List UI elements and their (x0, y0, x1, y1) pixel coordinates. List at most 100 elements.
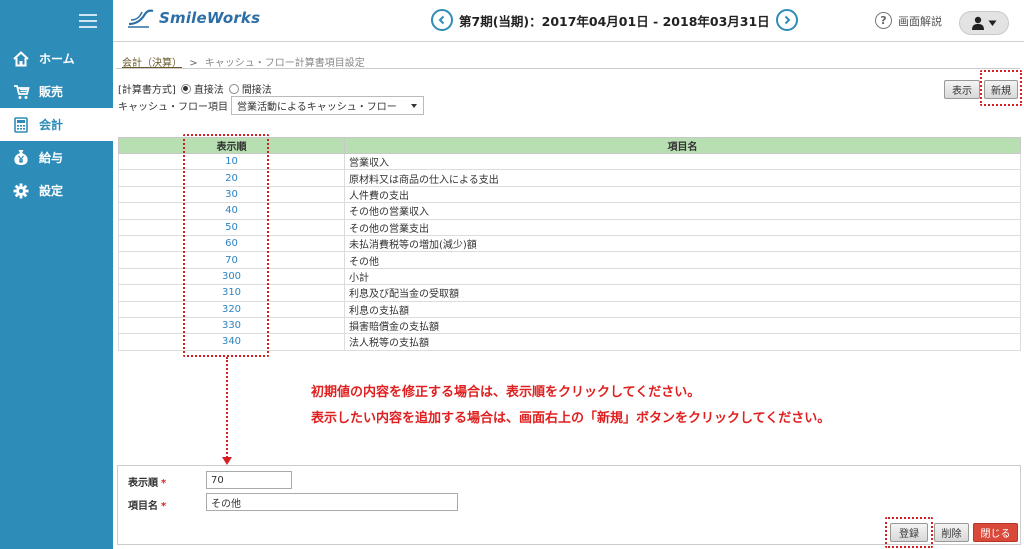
sidebar-item-sales[interactable]: 販売 (0, 75, 113, 108)
order-link[interactable]: 60 (118, 234, 345, 253)
order-link[interactable]: 330 (118, 316, 345, 335)
item-name: その他の営業収入 (344, 202, 1021, 220)
item-name: 法人税等の支払額 (344, 333, 1021, 351)
method-label: [計算書方式] (118, 85, 176, 96)
previous-period-button[interactable] (431, 9, 453, 31)
period-label: 第7期(当期)：2017年04月01日 - 2018年03月31日 (459, 13, 770, 29)
table-row: 20 原材料又は商品の仕入による支出 (118, 169, 1021, 187)
item-name: 人件費の支出 (344, 185, 1021, 204)
arrow-down-icon (222, 457, 232, 465)
table-row: 50 その他の営業支出 (118, 218, 1021, 236)
register-button[interactable]: 登録 (890, 523, 928, 542)
sidebar-item-settings[interactable]: 設定 (0, 174, 113, 207)
radio-indirect-label[interactable]: 間接法 (242, 81, 272, 96)
order-link[interactable]: 10 (118, 152, 345, 171)
item-name: 未払消費税等の増加(減少)額 (344, 234, 1021, 253)
item-name: その他の営業支出 (344, 218, 1021, 236)
order-link[interactable]: 340 (118, 333, 345, 351)
new-button[interactable]: 新規 (984, 80, 1018, 99)
table-row: 10 営業収入 (118, 152, 1021, 171)
sidebar-item-home[interactable]: ホーム (0, 42, 113, 75)
radio-direct[interactable] (180, 83, 191, 94)
next-period-button[interactable] (775, 9, 798, 31)
order-input[interactable]: 70 (206, 471, 292, 489)
help-link[interactable]: ? 画面解説 (875, 12, 942, 29)
show-button[interactable]: 表示 (944, 80, 980, 99)
close-button-label: 閉じる (980, 529, 1011, 540)
item-name: 原材料又は商品の仕入による支出 (344, 169, 1021, 187)
order-link[interactable]: 30 (118, 185, 345, 204)
show-button-label: 表示 (952, 86, 972, 97)
table-row: 60 未払消費税等の増加(減少)額 (118, 234, 1021, 253)
hamburger-menu-icon[interactable] (79, 14, 97, 28)
user-menu-button[interactable] (959, 11, 1009, 35)
caret-down-icon (988, 20, 997, 26)
gear-icon (12, 182, 30, 200)
item-name: 利息及び配当金の受取額 (344, 284, 1021, 302)
column-header-order[interactable]: 表示順 (118, 137, 345, 154)
instruction-line-1: 初期値の内容を修正する場合は、表示順をクリックしてください。 (311, 385, 701, 400)
sidebar-item-label: 会計 (39, 118, 64, 132)
logo-text: SmileWorks (159, 9, 261, 27)
name-field-label: 項目名 * (128, 501, 167, 512)
item-name: 利息の支払額 (344, 300, 1021, 318)
cashflow-item-select[interactable]: 営業活動によるキャッシュ・フロー (231, 96, 424, 115)
order-link[interactable]: 20 (118, 169, 345, 187)
required-mark: * (161, 501, 167, 512)
table-row: 310 利息及び配当金の受取額 (118, 284, 1021, 302)
caret-down-icon (411, 103, 417, 108)
radio-indirect[interactable] (228, 83, 239, 94)
table-row: 40 その他の営業収入 (118, 202, 1021, 220)
sidebar-item-label: 給与 (39, 151, 64, 165)
item-name: 小計 (344, 267, 1021, 286)
sidebar-item-accounting[interactable]: 会計 (0, 108, 113, 141)
required-mark: * (161, 478, 167, 489)
item-name: その他 (344, 251, 1021, 269)
order-link[interactable]: 40 (118, 202, 345, 220)
item-name: 損害賠償金の支払額 (344, 316, 1021, 335)
order-link[interactable]: 70 (118, 251, 345, 269)
column-header-name: 項目名 (344, 137, 1021, 154)
home-icon (12, 50, 30, 68)
user-icon (972, 16, 984, 30)
logo-mark-icon (128, 9, 154, 28)
chevron-right-icon (784, 15, 791, 25)
period-selector: 第7期(当期)：2017年04月01日 - 2018年03月31日 (431, 9, 798, 31)
items-table: 表示順 項目名 10 営業収入 20 原材料又は商品の仕入による支出 30 人件費の支… (118, 137, 1021, 351)
table-header-row: 表示順 項目名 (118, 137, 1021, 154)
table-row: 330 損害賠償金の支払額 (118, 316, 1021, 335)
yen-bag-icon (12, 149, 30, 167)
delete-button[interactable]: 削除 (934, 523, 969, 542)
method-selector: [計算書方式] 直接法 間接法 (118, 81, 272, 96)
breadcrumb: 会計（決算） > キャッシュ・フロー計算書項目設定 (122, 54, 365, 69)
cashflow-item-value: 営業活動によるキャッシュ・フロー (237, 102, 397, 113)
question-circle-icon: ? (875, 12, 892, 29)
item-name: 営業収入 (344, 152, 1021, 171)
sidebar-item-label: 設定 (39, 184, 64, 198)
delete-button-label: 削除 (941, 529, 962, 540)
instruction-notes: 初期値の内容を修正する場合は、表示順をクリックしてください。 表示したい内容を追… (311, 380, 830, 432)
top-header: SmileWorks 第7期(当期)：2017年04月01日 - 2018年03… (113, 0, 1024, 42)
close-button[interactable]: 閉じる (973, 523, 1018, 542)
order-link[interactable]: 50 (118, 218, 345, 236)
table-row: 70 その他 (118, 251, 1021, 269)
new-button-label: 新規 (991, 86, 1011, 97)
order-link[interactable]: 310 (118, 284, 345, 302)
instruction-line-2: 表示したい内容を追加する場合は、画面右上の「新規」ボタンをクリックしてください。 (311, 411, 831, 426)
sidebar-item-label: 販売 (39, 85, 64, 99)
name-input[interactable]: その他 (206, 493, 458, 511)
sidebar-item-payroll[interactable]: 給与 (0, 141, 113, 174)
cashflow-item-selector: キャッシュ・フロー項目 営業活動によるキャッシュ・フロー (118, 96, 424, 115)
sidebar-item-label: ホーム (39, 52, 75, 66)
table-row: 30 人件費の支出 (118, 185, 1021, 204)
table-row: 300 小計 (118, 267, 1021, 286)
annotation-connector (226, 357, 228, 458)
logo[interactable]: SmileWorks (127, 8, 260, 28)
order-link[interactable]: 320 (118, 300, 345, 318)
register-button-label: 登録 (899, 529, 919, 540)
divider (116, 68, 1020, 69)
order-link[interactable]: 300 (118, 267, 345, 286)
cashflow-item-label: キャッシュ・フロー項目 (118, 102, 228, 113)
radio-direct-label[interactable]: 直接法 (194, 81, 224, 96)
calculator-icon (12, 116, 30, 134)
